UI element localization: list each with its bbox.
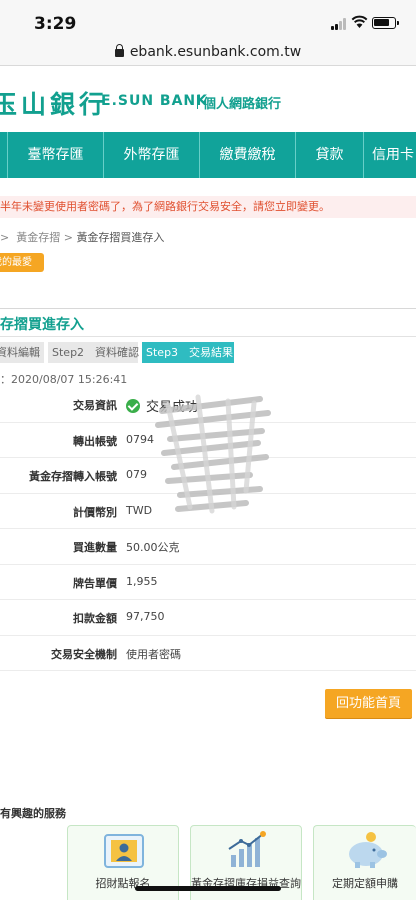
breadcrumb-current: 黃金存摺買進存入 bbox=[76, 231, 165, 244]
bank-subtitle: 個人網路銀行 bbox=[203, 97, 282, 112]
gold-chart-icon bbox=[228, 831, 266, 867]
url-text: ebank.esunbank.com.tw bbox=[129, 44, 302, 60]
bank-header: 玉山銀行 E.SUN BANK 個人網路銀行 bbox=[0, 78, 416, 122]
transaction-time: ：2020/08/07 15:26:41 bbox=[0, 373, 128, 386]
services-title: 有興趣的服務 bbox=[0, 807, 66, 820]
lock-icon bbox=[114, 44, 124, 57]
row-label: 交易資訊 bbox=[73, 399, 117, 412]
nav-item-edge[interactable] bbox=[0, 132, 8, 178]
clock: 3:29 bbox=[34, 14, 77, 34]
breadcrumb-sep: > bbox=[63, 231, 73, 244]
row-label: 牌告單價 bbox=[73, 576, 117, 590]
bank-logo-zh[interactable]: 玉山銀行 bbox=[0, 85, 108, 121]
nav-item-loans[interactable]: 貸款 bbox=[296, 132, 364, 178]
logo-divider bbox=[197, 95, 198, 109]
battery-icon bbox=[372, 17, 399, 29]
nav-item-foreign[interactable]: 外幣存匯 bbox=[104, 132, 200, 178]
table-row: 買進數量 50.00公克 bbox=[0, 529, 416, 565]
row-label: 轉出帳號 bbox=[73, 434, 117, 448]
table-row: 交易安全機制 使用者密碼 bbox=[0, 636, 416, 671]
divider bbox=[0, 308, 416, 309]
service-card-label: 定期定額申購 bbox=[332, 877, 398, 890]
row-label: 買進數量 bbox=[73, 541, 117, 554]
password-notice: 半年未變更使用者密碼了，為了網路銀行交易安全，請您立即變更。 bbox=[0, 196, 416, 218]
nav-item-payments[interactable]: 繳費繳稅 bbox=[200, 132, 296, 178]
step-indicator: 資料編輯 Step2 資料確認 Step3 交易結果 bbox=[0, 342, 238, 363]
success-check-icon bbox=[126, 399, 140, 413]
row-value: 97,750 bbox=[126, 610, 165, 623]
page-title: 存摺買進存入 bbox=[0, 317, 84, 333]
breadcrumb: > 黃金存摺 > 黃金存摺買進存入 bbox=[0, 229, 416, 245]
status-bar: 3:29 bbox=[0, 0, 416, 44]
redaction-scribble bbox=[155, 394, 271, 514]
user-card-icon bbox=[104, 834, 144, 868]
bank-logo-en: E.SUN BANK bbox=[101, 93, 208, 109]
url-bar[interactable]: ebank.esunbank.com.tw bbox=[0, 44, 416, 66]
main-nav: 臺幣存匯 外幣存匯 繳費繳稅 貸款 信用卡 bbox=[0, 132, 416, 178]
step-2: Step2 資料確認 bbox=[48, 342, 139, 363]
step-1-label: 資料編輯 bbox=[0, 346, 40, 359]
back-home-button[interactable]: 回功能首頁 bbox=[325, 689, 412, 718]
table-row: 扣款金額 97,750 bbox=[0, 600, 416, 636]
divider bbox=[0, 336, 416, 337]
row-label: 計價幣別 bbox=[73, 505, 117, 519]
breadcrumb-parent[interactable]: 黃金存摺 bbox=[16, 231, 60, 244]
piggy-bank-icon bbox=[349, 832, 387, 868]
battery-level bbox=[374, 19, 389, 26]
notice-text: 半年未變更使用者密碼了，為了網路銀行交易安全，請您 bbox=[0, 200, 275, 213]
row-value: 使用者密碼 bbox=[126, 647, 181, 661]
row-label: 扣款金額 bbox=[73, 612, 117, 625]
nav-item-credit-card[interactable]: 信用卡 bbox=[364, 132, 416, 178]
step-1: 資料編輯 bbox=[0, 342, 44, 363]
notice-end: 。 bbox=[319, 200, 330, 213]
row-label: 交易安全機制 bbox=[51, 647, 117, 661]
favorite-button[interactable]: 我的最愛 bbox=[0, 253, 44, 272]
service-card-regular-subscription[interactable]: 定期定額申購 bbox=[313, 825, 416, 900]
home-indicator[interactable] bbox=[135, 886, 281, 891]
nav-item-twd[interactable]: 臺幣存匯 bbox=[8, 132, 104, 178]
row-value: 079 bbox=[126, 468, 147, 481]
table-row: 牌告單價 1,955 bbox=[0, 565, 416, 600]
row-label: 黃金存摺轉入帳號 bbox=[29, 470, 117, 483]
row-value: 1,955 bbox=[126, 574, 158, 588]
row-value: 50.00公克 bbox=[126, 541, 180, 554]
step-3-active: Step3 交易結果 bbox=[142, 342, 234, 363]
wifi-icon bbox=[351, 15, 368, 28]
row-value: TWD bbox=[126, 503, 153, 517]
breadcrumb-sep: > bbox=[0, 231, 10, 244]
change-password-link[interactable]: 立即變更 bbox=[275, 200, 319, 213]
